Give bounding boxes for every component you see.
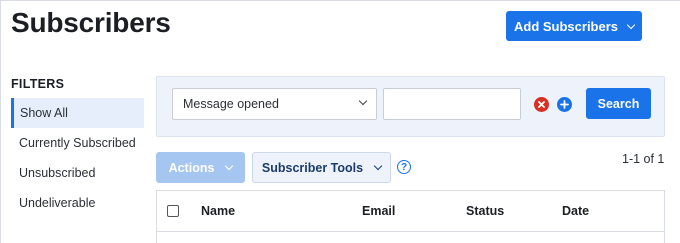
pagination-count: 1-1 of 1 — [622, 152, 665, 166]
subscriber-tools-button[interactable]: Subscriber Tools — [252, 152, 391, 183]
question-circle-icon[interactable]: ? — [397, 160, 411, 174]
filter-label: Currently Subscribed — [19, 136, 136, 150]
chevron-down-icon — [225, 161, 234, 171]
close-circle-icon[interactable] — [534, 97, 549, 112]
column-header-date[interactable]: Date — [562, 204, 589, 218]
filter-currently-subscribed[interactable]: Currently Subscribed — [11, 128, 144, 158]
condition-select[interactable]: Message opened — [172, 88, 377, 120]
filters-heading: FILTERS — [11, 77, 65, 91]
filter-show-all[interactable]: Show All — [11, 98, 144, 128]
select-all-checkbox[interactable] — [167, 205, 179, 217]
actions-button[interactable]: Actions — [156, 152, 245, 183]
plus-circle-icon[interactable] — [557, 97, 572, 112]
add-subscribers-button[interactable]: Add Subscribers — [506, 11, 642, 41]
filter-label: Show All — [20, 106, 68, 120]
filter-label: Undeliverable — [19, 196, 96, 210]
chevron-down-icon — [373, 161, 383, 171]
condition-select-value: Message opened — [183, 97, 279, 111]
search-value-input[interactable] — [383, 88, 521, 120]
add-subscribers-label: Add Subscribers — [513, 18, 619, 34]
filter-unsubscribed[interactable]: Unsubscribed — [11, 158, 144, 188]
subscriber-tools-label: Subscriber Tools — [261, 160, 364, 175]
search-panel: Message opened Search — [156, 76, 665, 137]
column-header-status[interactable]: Status — [466, 204, 504, 218]
filter-label: Unsubscribed — [19, 166, 96, 180]
filter-undeliverable[interactable]: Undeliverable — [11, 188, 144, 218]
chevron-down-icon — [358, 96, 368, 106]
subscribers-table: Name Email Status Date — [156, 190, 665, 243]
chevron-down-icon — [626, 20, 636, 29]
search-button[interactable]: Search — [586, 88, 651, 119]
column-header-email[interactable]: Email — [362, 204, 395, 218]
actions-label: Actions — [168, 160, 215, 175]
column-header-name[interactable]: Name — [201, 204, 235, 218]
table-header: Name Email Status Date — [157, 191, 664, 232]
page-title: Subscribers — [11, 7, 171, 38]
